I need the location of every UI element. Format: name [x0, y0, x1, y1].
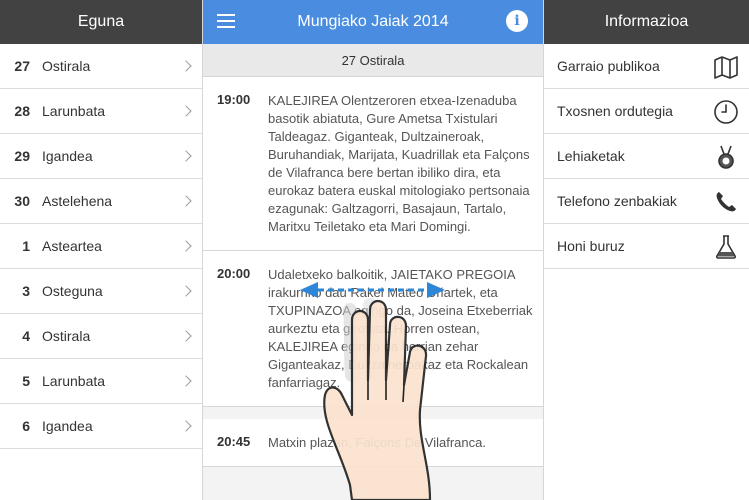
day-item[interactable]: 6 Igandea — [0, 404, 202, 449]
day-heading: 27 Ostirala — [203, 44, 543, 77]
map-icon — [714, 56, 738, 79]
info-button[interactable]: i — [506, 10, 528, 32]
day-item[interactable]: 4 Ostirala — [0, 314, 202, 359]
info-item-label: Honi buruz — [557, 238, 625, 254]
day-number: 27 — [14, 58, 30, 74]
chevron-right-icon — [180, 285, 192, 297]
info-item-label: Lehiaketak — [557, 148, 625, 164]
phone-icon — [716, 192, 736, 212]
day-name: Larunbata — [42, 103, 106, 119]
clock-icon — [714, 100, 738, 124]
info-panel-title: Informazioa — [544, 0, 749, 44]
flask-icon — [716, 235, 736, 259]
day-name: Astelehena — [42, 193, 113, 209]
info-item-about[interactable]: Honi buruz — [544, 224, 749, 269]
chevron-right-icon — [180, 105, 192, 117]
day-number: 29 — [14, 148, 30, 164]
day-item[interactable]: 3 Osteguna — [0, 269, 202, 314]
day-name: Igandea — [42, 418, 93, 434]
day-number: 6 — [22, 418, 30, 434]
info-item-label: Telefono zenbakiak — [557, 193, 677, 209]
chevron-right-icon — [180, 375, 192, 387]
event-time: 19:00 — [217, 92, 251, 107]
chevron-right-icon — [180, 195, 192, 207]
info-item-label: Txosnen ordutegia — [557, 103, 673, 119]
day-item[interactable]: 29 Igandea — [0, 134, 202, 179]
day-name: Asteartea — [42, 238, 102, 254]
info-item-label: Garraio publikoa — [557, 58, 660, 74]
info-panel: Informazioa Garraio publikoa Txosnen ord… — [543, 0, 749, 500]
day-number: 30 — [14, 193, 30, 209]
app-header: Mungiako Jaiak 2014 i — [203, 0, 543, 44]
day-item[interactable]: 28 Larunbata — [0, 89, 202, 134]
medal-icon — [718, 145, 734, 169]
day-name: Ostirala — [42, 58, 91, 74]
day-number: 28 — [14, 103, 30, 119]
info-item-transport[interactable]: Garraio publikoa — [544, 44, 749, 89]
day-number: 4 — [22, 328, 30, 344]
day-name: Osteguna — [42, 283, 103, 299]
event-description: KALEJIREA Olentzeroren etxea-Izenaduba b… — [268, 93, 530, 234]
info-item-schedule[interactable]: Txosnen ordutegia — [544, 89, 749, 134]
day-name: Larunbata — [42, 373, 106, 389]
day-name: Igandea — [42, 148, 93, 164]
chevron-right-icon — [180, 330, 192, 342]
event-time: 20:00 — [217, 266, 251, 281]
chevron-right-icon — [180, 150, 192, 162]
event-description: Udaletxeko balkoitik, JAIETAKO PREGOIA i… — [268, 267, 533, 390]
event-item: 19:00 KALEJIREA Olentzeroren etxea-Izena… — [203, 77, 543, 251]
day-number: 1 — [22, 238, 30, 254]
info-item-contests[interactable]: Lehiaketak — [544, 134, 749, 179]
event-item: 20:45 Matxin plazan, Falçons De Vilafran… — [203, 419, 543, 467]
chevron-right-icon — [180, 420, 192, 432]
day-number: 3 — [22, 283, 30, 299]
day-item[interactable]: 27 Ostirala — [0, 44, 202, 89]
info-item-phones[interactable]: Telefono zenbakiak — [544, 179, 749, 224]
event-time: 20:45 — [217, 434, 251, 449]
schedule-panel: Mungiako Jaiak 2014 i 27 Ostirala 19:00 … — [203, 0, 543, 500]
day-name: Ostirala — [42, 328, 91, 344]
chevron-right-icon — [180, 60, 192, 72]
app-title: Mungiako Jaiak 2014 — [297, 13, 449, 30]
event-item: 20:00 Udaletxeko balkoitik, JAIETAKO PRE… — [203, 251, 543, 407]
day-number: 5 — [22, 373, 30, 389]
menu-icon[interactable] — [217, 14, 235, 28]
days-panel-title: Eguna — [0, 0, 202, 44]
day-item[interactable]: 30 Astelehena — [0, 179, 202, 224]
days-panel: Eguna 27 Ostirala 28 Larunbata 29 Igandea 3… — [0, 0, 203, 500]
day-item[interactable]: 5 Larunbata — [0, 359, 202, 404]
event-description: Matxin plazan, Falçons De Vilafranca. — [268, 435, 486, 450]
day-item[interactable]: 1 Asteartea — [0, 224, 202, 269]
chevron-right-icon — [180, 240, 192, 252]
